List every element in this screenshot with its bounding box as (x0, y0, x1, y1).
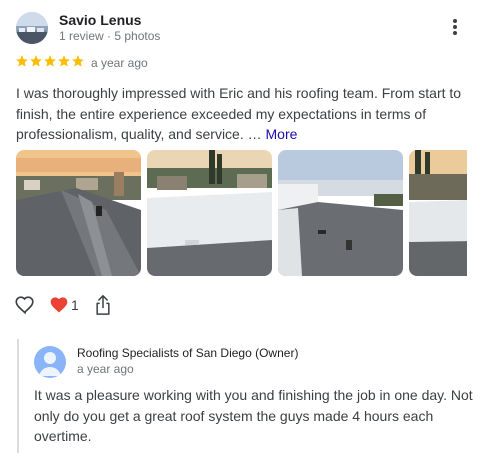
star-icon (72, 55, 84, 67)
owner-response-divider (17, 339, 19, 453)
owner-name: Roofing Specialists of San Diego (Owner) (77, 346, 299, 360)
reviewer-avatar[interactable] (16, 12, 48, 44)
roof-photo-3-icon (278, 150, 403, 276)
owner-response-date: a year ago (77, 362, 134, 376)
share-icon[interactable] (93, 294, 113, 316)
star-icon (16, 55, 28, 67)
review-body: I was thoroughly impressed with Eric and… (16, 85, 462, 142)
more-link[interactable]: More (266, 126, 298, 142)
review-text: I was thoroughly impressed with Eric and… (16, 83, 471, 145)
reviewer-name[interactable]: Savio Lenus (59, 12, 141, 28)
star-icon (44, 55, 56, 67)
review-photo[interactable] (16, 150, 141, 276)
star-rating (15, 54, 85, 70)
star-icon (58, 55, 70, 67)
person-icon (39, 352, 61, 376)
reviewer-meta: 1 review · 5 photos (59, 29, 161, 43)
review-photo[interactable] (147, 150, 272, 276)
review-date: a year ago (91, 56, 148, 70)
heart-outline-icon[interactable] (14, 294, 36, 316)
reaction-count: 1 (71, 297, 79, 313)
more-options-icon[interactable] (446, 17, 464, 39)
star-icon (30, 55, 42, 67)
owner-avatar (34, 346, 66, 378)
roof-photo-2-icon (147, 150, 272, 276)
roof-photo-1-icon (16, 150, 141, 276)
owner-response-text: It was a pleasure working with you and f… (34, 387, 473, 444)
review-photo[interactable] (409, 150, 467, 276)
review-photo[interactable] (278, 150, 403, 276)
red-heart-icon[interactable] (49, 295, 69, 315)
review-photos (16, 150, 467, 276)
roof-photo-4-icon (409, 150, 467, 276)
